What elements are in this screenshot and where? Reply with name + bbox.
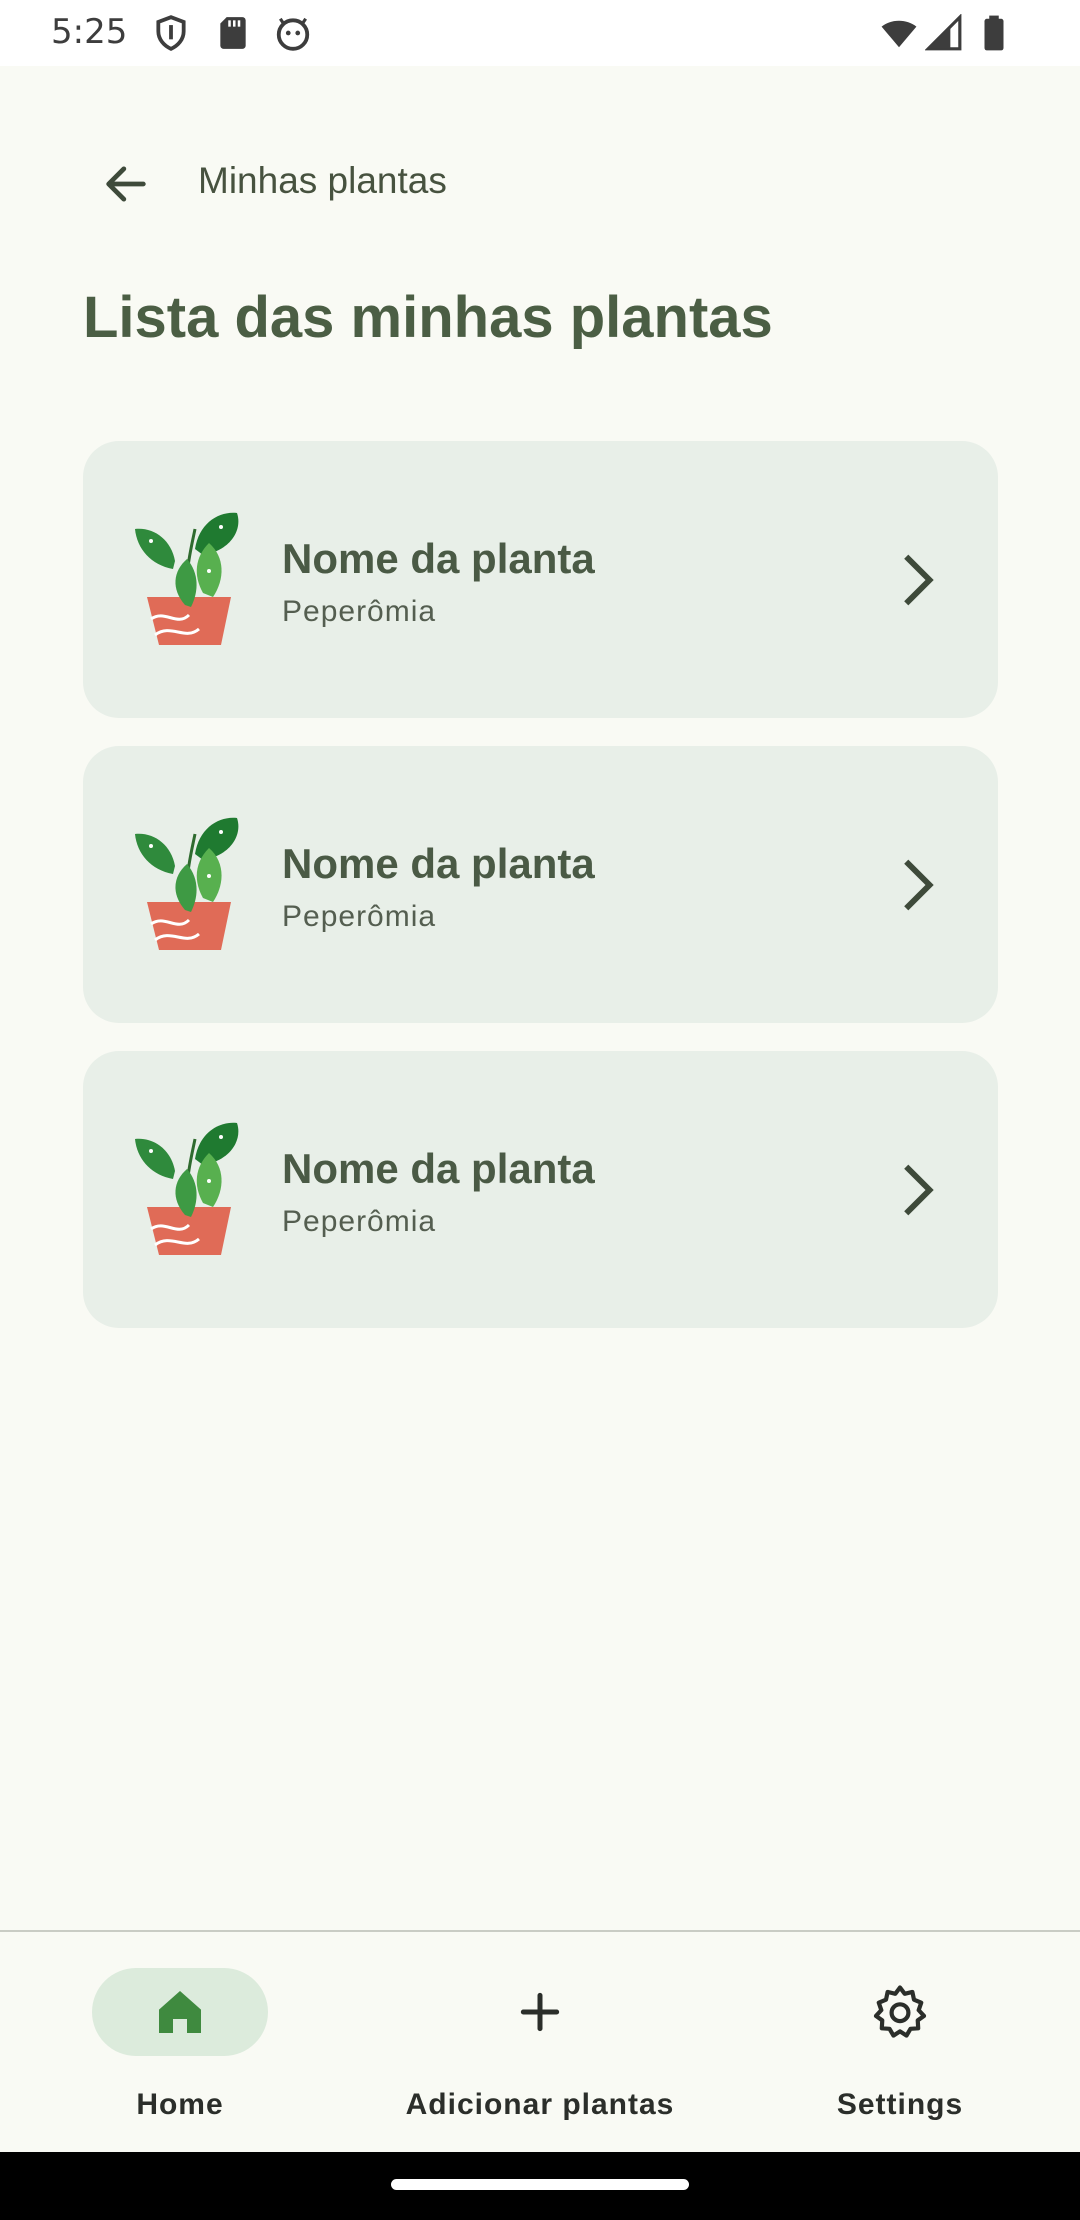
nav-item-add-plants[interactable]: Adicionar plantas [360,1932,720,2154]
plant-species: Peperômia [282,900,437,933]
plant-name: Nome da planta [282,1145,595,1192]
gesture-handle[interactable] [391,2179,689,2190]
nav-label-add-plants: Adicionar plantas [405,2088,675,2121]
plant-name: Nome da planta [282,840,595,887]
chevron-right-icon [904,859,934,911]
potted-plant-image [135,512,239,645]
toolbar-title: Minhas plantas [198,160,447,201]
nav-indicator [452,1968,628,2056]
page-title: Lista das minhas plantas [83,285,773,350]
arrow-back-icon [106,166,146,202]
bottom-navigation: Home Adicionar plantas Settings [0,1930,1080,2154]
nav-active-indicator [92,1968,268,2056]
nav-label-home: Home [136,2088,224,2121]
nav-label-settings: Settings [836,2088,964,2121]
plant-card[interactable]: Nome da planta Peperômia [83,1051,998,1328]
chevron-right-icon [904,1164,934,1216]
status-time: 5:25 [51,12,128,52]
home-icon [159,1991,201,2033]
plus-icon [520,1992,560,2032]
plant-species: Peperômia [282,1205,437,1238]
signal-icon [925,14,962,51]
shield-icon [156,15,186,51]
plant-card[interactable]: Nome da planta Peperômia [83,441,998,718]
robot-face-icon [276,17,310,51]
nav-item-home[interactable]: Home [0,1932,360,2154]
system-gesture-bar [0,2152,1080,2220]
plant-card[interactable]: Nome da planta Peperômia [83,746,998,1023]
status-bar: 5:25 [0,0,1080,66]
gear-icon [873,1985,927,2038]
battery-icon [984,15,1004,51]
wifi-icon [881,20,917,48]
plant-list: Nome da planta Peperômia Nome da planta … [83,441,998,1356]
nav-item-settings[interactable]: Settings [720,1932,1080,2154]
plant-name: Nome da planta [282,535,595,582]
back-button[interactable] [90,148,162,220]
plant-species: Peperômia [282,595,437,628]
sd-card-icon [220,17,246,49]
chevron-right-icon [904,554,934,606]
potted-plant-image [135,1122,239,1255]
top-app-bar: Minhas plantas [0,100,1080,268]
nav-indicator [812,1968,988,2056]
potted-plant-image [135,817,239,950]
